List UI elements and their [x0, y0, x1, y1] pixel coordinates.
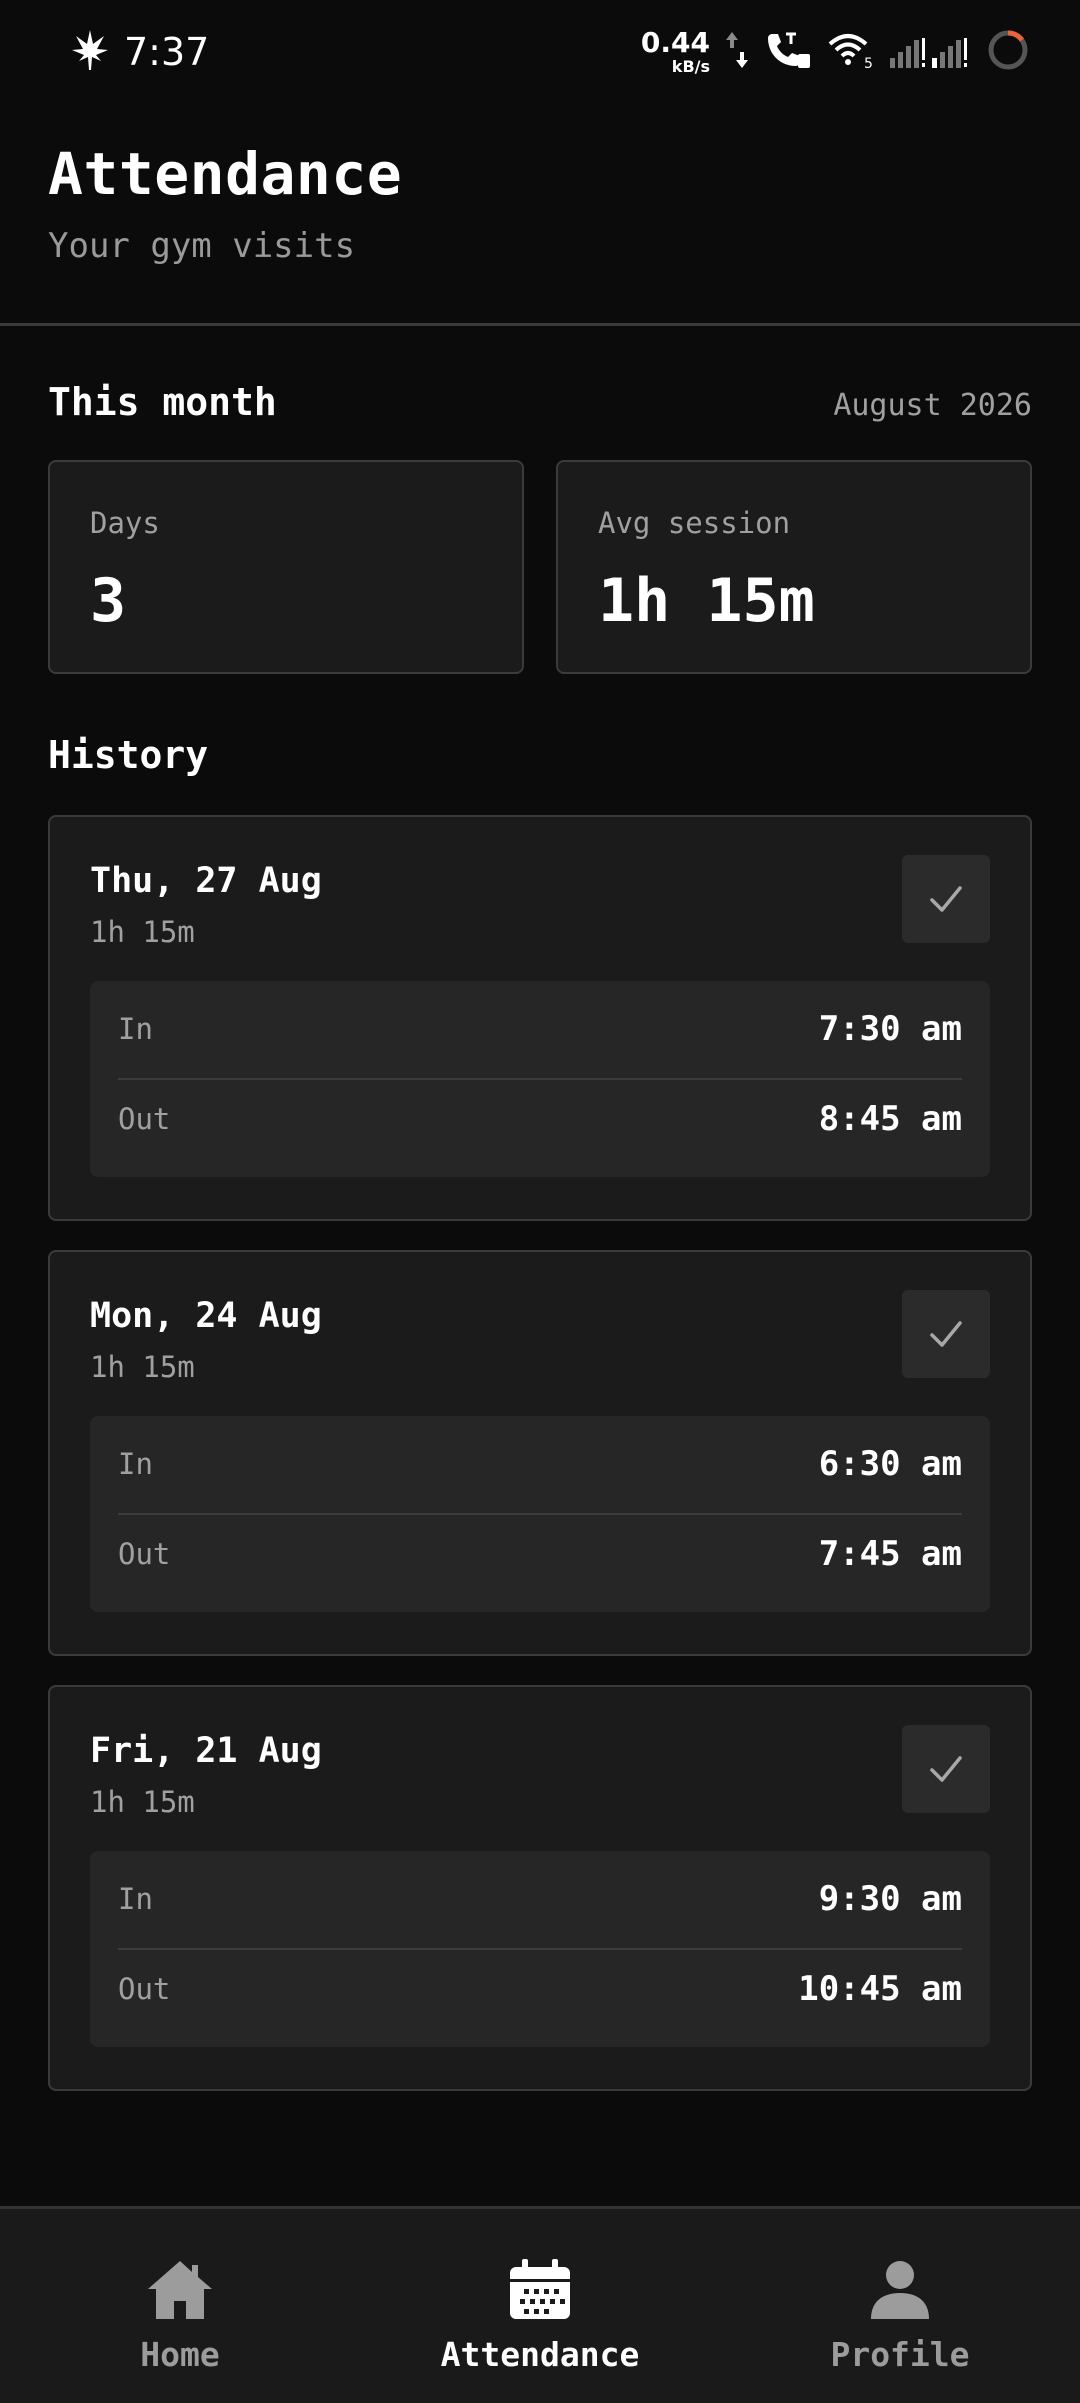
visit-times: In 6:30 am Out 7:45 am: [90, 1416, 990, 1612]
out-time: 10:45 am: [798, 1969, 962, 2009]
out-label: Out: [118, 1102, 171, 1136]
svg-text:5: 5: [864, 56, 873, 70]
month-label: August 2026: [833, 388, 1032, 423]
visit-card[interactable]: Fri, 21 Aug 1h 15m In 9:30 am Out 10:45 …: [48, 1685, 1032, 2091]
visit-card[interactable]: Thu, 27 Aug 1h 15m In 7:30 am Out 8:45 a…: [48, 815, 1032, 1221]
nav-item-profile[interactable]: Profile: [750, 2259, 1050, 2374]
visit-times: In 9:30 am Out 10:45 am: [90, 1851, 990, 2047]
check-icon: [902, 855, 990, 943]
check-in-row: In 7:30 am: [118, 985, 962, 1073]
page-header: Attendance Your gym visits: [48, 140, 402, 266]
out-time: 8:45 am: [818, 1099, 962, 1139]
stat-card-days: Days 3: [48, 460, 524, 674]
stat-value: 1h 15m: [598, 566, 815, 636]
stat-value: 3: [90, 566, 127, 636]
wifi-icon: 5: [826, 30, 874, 74]
clock: 7:37: [124, 30, 210, 74]
page-title: Attendance: [48, 140, 403, 208]
person-icon: [869, 2259, 931, 2325]
leaf-icon: [70, 28, 110, 76]
out-label: Out: [118, 1537, 171, 1571]
in-label: In: [118, 1447, 153, 1481]
visit-date: Thu, 27 Aug: [90, 861, 322, 901]
this-month-title: This month: [48, 380, 277, 424]
visit-date: Fri, 21 Aug: [90, 1731, 322, 1771]
visit-duration: 1h 15m: [90, 915, 195, 949]
page-subtitle: Your gym visits: [48, 226, 356, 266]
in-time: 7:30 am: [818, 1009, 962, 1049]
nav-label: Profile: [830, 2335, 970, 2374]
in-time: 9:30 am: [818, 1879, 962, 1919]
out-label: Out: [118, 1972, 171, 2006]
check-out-row: Out 10:45 am: [118, 1945, 962, 2033]
stat-label: Days: [90, 506, 160, 540]
nav-item-home[interactable]: Home: [30, 2259, 330, 2374]
check-icon: [902, 1725, 990, 1813]
signal-icon: [888, 30, 972, 74]
nav-label: Attendance: [440, 2335, 640, 2374]
header-divider: [0, 323, 1080, 326]
nav-label: Home: [140, 2335, 220, 2374]
home-icon: [146, 2259, 214, 2325]
stat-label: Avg session: [598, 506, 791, 540]
nav-item-attendance[interactable]: Attendance: [390, 2259, 690, 2374]
check-out-row: Out 8:45 am: [118, 1075, 962, 1163]
data-transfer-icon: [724, 30, 750, 74]
check-in-row: In 6:30 am: [118, 1420, 962, 1508]
in-label: In: [118, 1882, 153, 1916]
calendar-icon: [508, 2259, 572, 2325]
network-speed: 0.44 kB/s: [640, 26, 710, 76]
battery-ring-icon: [986, 28, 1030, 76]
history-title: History: [48, 733, 209, 777]
check-out-row: Out 7:45 am: [118, 1510, 962, 1598]
call-icon: [764, 30, 812, 74]
out-time: 7:45 am: [818, 1534, 962, 1574]
check-in-row: In 9:30 am: [118, 1855, 962, 1943]
visit-duration: 1h 15m: [90, 1350, 195, 1384]
visit-duration: 1h 15m: [90, 1785, 195, 1819]
in-label: In: [118, 1012, 153, 1046]
visit-times: In 7:30 am Out 8:45 am: [90, 981, 990, 1177]
visit-card[interactable]: Mon, 24 Aug 1h 15m In 6:30 am Out 7:45 a…: [48, 1250, 1032, 1656]
visit-date: Mon, 24 Aug: [90, 1296, 322, 1336]
check-icon: [902, 1290, 990, 1378]
stat-card-avg-session: Avg session 1h 15m: [556, 460, 1032, 674]
bottom-navigation: Home Attendance Profile: [0, 2206, 1080, 2403]
status-bar: 7:37 0.44 kB/s 5: [0, 0, 1080, 106]
in-time: 6:30 am: [818, 1444, 962, 1484]
